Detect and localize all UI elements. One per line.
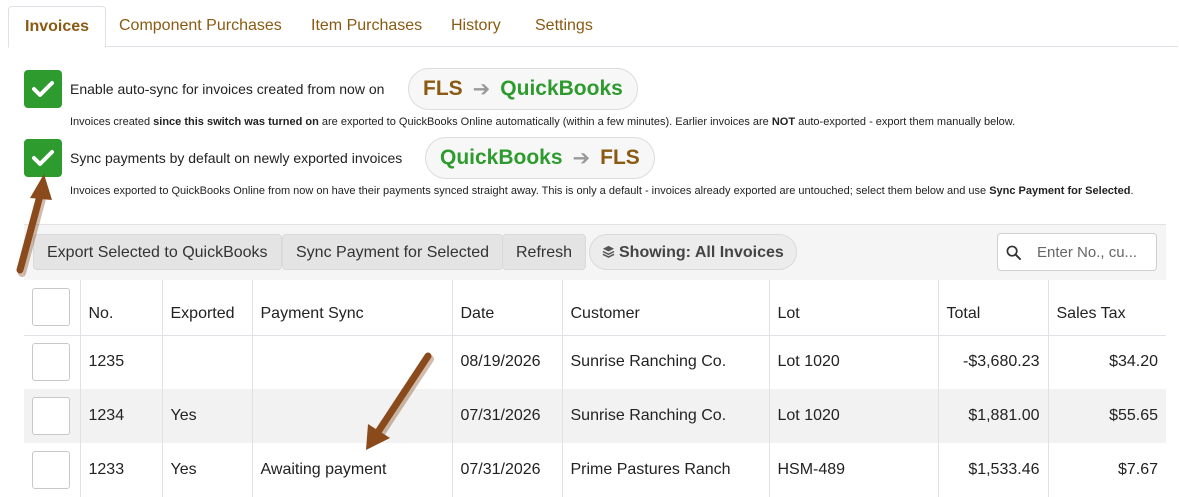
- select-all-checkbox[interactable]: [32, 288, 70, 327]
- arrow-right-icon: ➔: [572, 146, 591, 170]
- column-header-no[interactable]: No.: [80, 280, 163, 335]
- pill-source: QuickBooks: [440, 146, 563, 169]
- cell-sales-tax: $55.65: [1109, 407, 1158, 424]
- column-header-customer[interactable]: Customer: [562, 280, 770, 335]
- showing-filter-button[interactable]: Showing: All Invoices: [589, 234, 797, 270]
- pill-target: FLS: [600, 146, 640, 169]
- help-emphasis: NOT: [771, 116, 796, 128]
- search-input[interactable]: [1035, 242, 1145, 262]
- row-checkbox[interactable]: [32, 397, 70, 435]
- cell-exported: Yes: [162, 389, 253, 443]
- cell-lot: Lot 1020: [769, 389, 939, 443]
- cell-total: $1,881.00: [938, 389, 1049, 443]
- column-header-payment-sync[interactable]: Payment Sync: [252, 280, 453, 335]
- fls-to-quickbooks-pill: FLS ➔ QuickBooks: [408, 68, 638, 110]
- cell-total: $1,533.46: [938, 443, 1049, 497]
- column-header-sales-tax[interactable]: Sales Tax: [1048, 280, 1166, 335]
- help-emphasis: Sync Payment for Selected: [989, 185, 1131, 197]
- cell-payment-sync: [252, 335, 453, 389]
- pill-target: QuickBooks: [500, 77, 623, 100]
- help-text: Invoices created: [70, 116, 154, 128]
- check-icon: [32, 150, 54, 166]
- cell-date: 07/31/2026: [452, 443, 563, 497]
- sync-payment-selected-button[interactable]: Sync Payment for Selected: [282, 234, 503, 270]
- column-header-exported[interactable]: Exported: [162, 280, 253, 335]
- tab-history[interactable]: History: [435, 6, 517, 47]
- table-row[interactable]: 1233 Yes Awaiting payment 07/31/2026 Pri…: [24, 443, 1166, 497]
- column-header-total[interactable]: Total: [938, 280, 1049, 335]
- help-text: Invoices exported to QuickBooks Online f…: [70, 185, 990, 197]
- auto-sync-help: Invoices created since this switch was t…: [70, 114, 1160, 131]
- tab-bar: Invoices Component Purchases Item Purcha…: [8, 6, 1178, 48]
- table-header-row: No. Exported Payment Sync Date Customer …: [24, 280, 1166, 335]
- cell-date: 08/19/2026: [452, 335, 563, 389]
- cell-exported: Yes: [162, 443, 253, 497]
- cell-customer: Sunrise Ranching Co.: [562, 335, 770, 389]
- layers-icon: [602, 245, 615, 258]
- showing-filter-label: Showing: All Invoices: [619, 244, 784, 261]
- help-emphasis: since this switch was turned on: [153, 116, 319, 128]
- cell-total: -$3,680.23: [938, 335, 1049, 389]
- select-all-cell: [24, 280, 81, 335]
- cell-lot: HSM-489: [769, 443, 939, 497]
- column-header-date[interactable]: Date: [452, 280, 563, 335]
- cell-no: 1235: [80, 335, 163, 389]
- cell-no: 1234: [80, 389, 163, 443]
- cell-payment-sync: [252, 389, 453, 443]
- tab-invoices[interactable]: Invoices: [8, 6, 107, 48]
- cell-lot: Lot 1020: [769, 335, 939, 389]
- tab-settings[interactable]: Settings: [519, 6, 609, 47]
- table-row[interactable]: 1234 Yes 07/31/2026 Sunrise Ranching Co.…: [24, 389, 1166, 443]
- auto-sync-label: Enable auto-sync for invoices created fr…: [70, 81, 385, 97]
- invoice-table: No. Exported Payment Sync Date Customer …: [24, 280, 1166, 497]
- cell-customer: Prime Pastures Ranch: [562, 443, 770, 497]
- row-select-cell: [24, 335, 81, 389]
- sync-payments-label: Sync payments by default on newly export…: [70, 150, 403, 166]
- cell-no: 1233: [80, 443, 163, 497]
- auto-sync-checkbox[interactable]: [24, 70, 62, 108]
- help-text: auto-exported - export them manually bel…: [795, 116, 1016, 128]
- row-checkbox[interactable]: [32, 343, 70, 382]
- tab-component-purchases[interactable]: Component Purchases: [103, 6, 298, 47]
- cell-sales-tax: $34.20: [1109, 353, 1158, 371]
- export-selected-button[interactable]: Export Selected to QuickBooks: [33, 234, 282, 270]
- quickbooks-to-fls-pill: QuickBooks ➔ FLS: [425, 137, 655, 179]
- cell-sales-tax: $7.67: [1117, 461, 1158, 478]
- cell-date: 07/31/2026: [452, 389, 563, 443]
- tab-item-purchases[interactable]: Item Purchases: [295, 6, 438, 47]
- row-select-cell: [24, 389, 81, 443]
- sync-payments-help: Invoices exported to QuickBooks Online f…: [70, 183, 1145, 200]
- cell-payment-sync: Awaiting payment: [252, 443, 453, 497]
- help-text: are exported to QuickBooks Online automa…: [318, 116, 772, 128]
- arrow-right-icon: ➔: [472, 77, 491, 101]
- help-text: .: [1130, 185, 1134, 197]
- table-row[interactable]: 1235 08/19/2026 Sunrise Ranching Co. Lot…: [24, 335, 1166, 389]
- pill-source: FLS: [423, 77, 463, 100]
- search-box[interactable]: [997, 233, 1157, 271]
- sync-payments-checkbox[interactable]: [24, 139, 62, 177]
- check-icon: [32, 81, 54, 97]
- cell-customer: Sunrise Ranching Co.: [562, 389, 770, 443]
- search-icon: [1006, 245, 1021, 260]
- row-select-cell: [24, 443, 81, 497]
- row-checkbox[interactable]: [32, 451, 70, 489]
- cell-exported: [162, 335, 253, 389]
- refresh-button[interactable]: Refresh: [502, 234, 587, 270]
- column-header-lot[interactable]: Lot: [769, 280, 939, 335]
